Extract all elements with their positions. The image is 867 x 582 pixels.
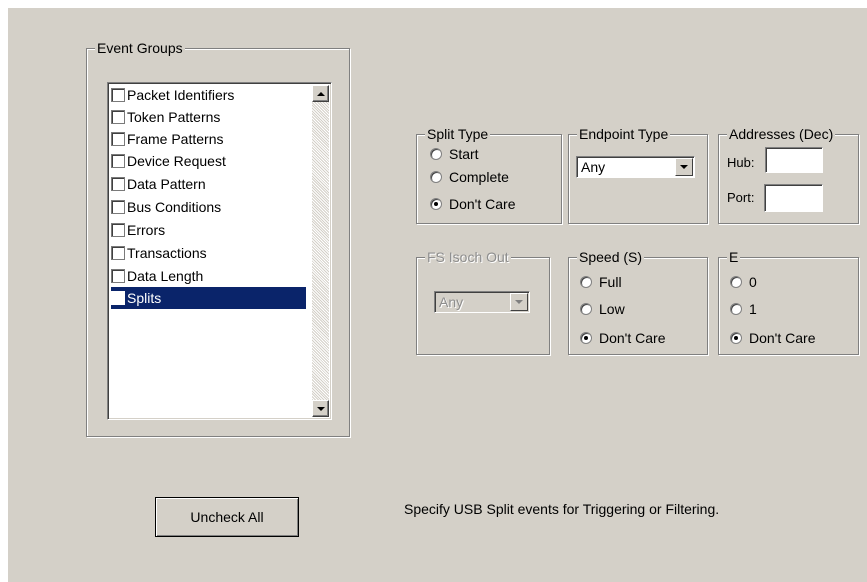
list-item-bus-conditions[interactable]: Bus Conditions <box>111 196 221 218</box>
checkbox[interactable] <box>111 223 125 237</box>
endpoint-type-group: Endpoint Type <box>568 125 708 224</box>
radio-button[interactable] <box>580 332 592 344</box>
radio-button[interactable] <box>430 171 442 183</box>
chevron-down-icon <box>515 300 523 304</box>
port-label: Port: <box>727 190 755 205</box>
radio-label: Full <box>599 274 622 290</box>
list-item-device-request[interactable]: Device Request <box>111 150 226 172</box>
radio-speed-full[interactable]: Full <box>580 273 622 291</box>
list-item-label: Transactions <box>127 245 207 261</box>
vertical-scrollbar[interactable] <box>312 85 329 417</box>
fs-isoch-out-dropdown[interactable]: Any <box>434 291 530 313</box>
dialog-panel: Event Groups Packet Identifiers Token Pa… <box>8 8 867 582</box>
endpoint-type-value: Any <box>581 159 606 175</box>
radio-label: 1 <box>749 301 757 317</box>
checkbox[interactable] <box>111 200 125 214</box>
list-item-label: Bus Conditions <box>127 199 222 215</box>
checkbox[interactable] <box>111 154 125 168</box>
hub-label: Hub: <box>727 155 755 170</box>
radio-button[interactable] <box>580 276 592 288</box>
checkbox[interactable] <box>111 88 125 102</box>
radio-button[interactable] <box>730 276 742 288</box>
radio-label: Don't Care <box>599 330 666 346</box>
status-text: Specify USB Split events for Triggering … <box>404 501 720 517</box>
dropdown-button[interactable] <box>510 293 528 311</box>
checkbox[interactable] <box>111 177 125 191</box>
list-item-label: Data Length <box>127 268 204 284</box>
radio-button[interactable] <box>430 198 442 210</box>
radio-label: Complete <box>449 169 509 185</box>
radio-speed-low[interactable]: Low <box>580 300 625 318</box>
speed-title: Speed (S) <box>577 248 645 266</box>
radio-label: Don't Care <box>449 196 516 212</box>
dropdown-button[interactable] <box>675 158 693 176</box>
list-item-label: Errors <box>127 222 166 238</box>
checkbox[interactable] <box>111 110 125 124</box>
list-item-label: Frame Patterns <box>127 131 224 147</box>
endpoint-type-dropdown[interactable]: Any <box>576 156 695 178</box>
radio-label: 0 <box>749 274 757 290</box>
event-groups-title: Event Groups <box>95 39 185 57</box>
list-item-data-length[interactable]: Data Length <box>111 265 203 287</box>
addresses-title: Addresses (Dec) <box>727 125 836 143</box>
radio-button[interactable] <box>430 148 442 160</box>
checkbox[interactable] <box>111 291 125 305</box>
radio-button[interactable] <box>730 303 742 315</box>
uncheck-all-button[interactable]: Uncheck All <box>155 497 299 537</box>
radio-e-1[interactable]: 1 <box>730 300 757 318</box>
radio-label: Low <box>599 301 625 317</box>
e-title: E <box>727 248 741 266</box>
radio-label: Start <box>449 146 479 162</box>
arrow-up-icon <box>316 91 325 96</box>
checkbox[interactable] <box>111 246 125 260</box>
checkbox[interactable] <box>111 269 125 283</box>
radio-button[interactable] <box>730 332 742 344</box>
radio-label: Don't Care <box>749 330 816 346</box>
radio-split-complete[interactable]: Complete <box>430 168 509 186</box>
radio-button[interactable] <box>580 303 592 315</box>
chevron-down-icon <box>680 165 688 169</box>
list-item-packet-identifiers[interactable]: Packet Identifiers <box>111 84 234 106</box>
list-item-label: Packet Identifiers <box>127 87 235 103</box>
list-item-splits[interactable]: Splits <box>111 287 306 309</box>
radio-split-start[interactable]: Start <box>430 145 479 163</box>
radio-speed-dont-care[interactable]: Don't Care <box>580 329 665 347</box>
list-item-data-pattern[interactable]: Data Pattern <box>111 173 206 195</box>
checkbox[interactable] <box>111 132 125 146</box>
list-item-transactions[interactable]: Transactions <box>111 242 207 264</box>
list-item-label: Data Pattern <box>127 176 206 192</box>
split-type-title: Split Type <box>425 125 491 143</box>
list-item-token-patterns[interactable]: Token Patterns <box>111 106 220 128</box>
fs-isoch-out-value: Any <box>439 294 464 310</box>
list-item-label: Device Request <box>127 153 226 169</box>
list-item-errors[interactable]: Errors <box>111 219 165 241</box>
list-item-frame-patterns[interactable]: Frame Patterns <box>111 128 223 150</box>
list-item-label: Splits <box>127 290 162 306</box>
arrow-down-icon <box>316 406 325 411</box>
port-input[interactable] <box>764 184 823 212</box>
radio-split-dont-care[interactable]: Don't Care <box>430 195 515 213</box>
radio-e-0[interactable]: 0 <box>730 273 757 291</box>
scroll-up-button[interactable] <box>312 85 329 102</box>
endpoint-type-title: Endpoint Type <box>577 125 671 143</box>
scroll-down-button[interactable] <box>312 400 329 417</box>
fs-isoch-out-title: FS Isoch Out <box>425 248 511 266</box>
radio-e-dont-care[interactable]: Don't Care <box>730 329 815 347</box>
event-groups-listbox[interactable]: Packet Identifiers Token Patterns Frame … <box>107 82 332 420</box>
hub-input[interactable] <box>765 147 823 173</box>
list-item-label: Token Patterns <box>127 109 221 125</box>
